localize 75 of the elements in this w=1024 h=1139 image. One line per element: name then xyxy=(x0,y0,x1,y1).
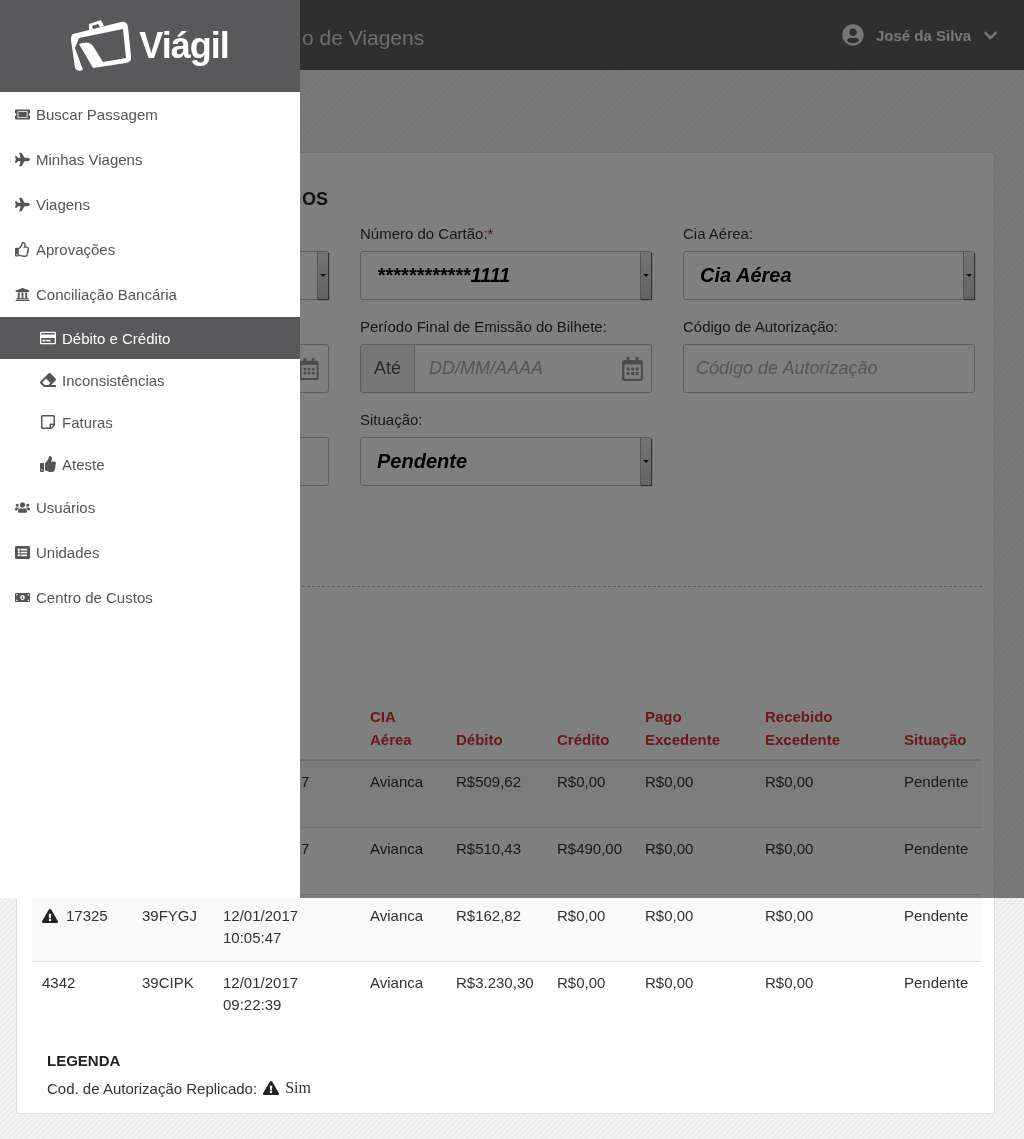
table-cell: R$0,00 xyxy=(765,840,814,857)
credit-card-icon xyxy=(40,330,56,346)
calendar-icon xyxy=(621,356,643,381)
ticket-icon xyxy=(15,107,30,122)
table-cell: R$0,00 xyxy=(765,773,814,790)
caret-icon xyxy=(640,438,651,485)
table-cell: R$162,82 xyxy=(456,907,522,924)
section-heading: OS xyxy=(302,189,328,211)
column-header: Pago Excedente xyxy=(645,708,721,748)
table-cell: Avianca xyxy=(370,773,424,790)
thumbs-up-icon xyxy=(40,456,56,472)
column-header: CIA Aérea xyxy=(370,708,412,748)
table-cell: R$0,00 xyxy=(645,840,694,857)
table-cell: Pendente xyxy=(904,974,969,991)
field-label: Situação: xyxy=(360,411,424,429)
caret-icon xyxy=(640,252,651,299)
users-icon xyxy=(15,500,30,515)
legend-title: LEGENDA xyxy=(47,1052,122,1069)
table-cell: R$3.230,30 xyxy=(456,974,534,991)
field-label: Código de Autorização: xyxy=(683,318,840,336)
user-icon xyxy=(841,24,864,46)
page-title: o de Viagens xyxy=(302,26,426,50)
table-cell: 7 xyxy=(301,840,310,857)
table-cell: 39CIPK xyxy=(142,974,194,991)
submenu-item[interactable]: Débito e Crédito xyxy=(0,317,300,359)
table-cell: R$0,00 xyxy=(645,974,694,991)
money-icon xyxy=(15,590,30,605)
suitcase-icon xyxy=(71,20,134,72)
table-cell: 39FYGJ xyxy=(142,907,198,924)
column-header: Débito xyxy=(456,731,503,748)
dropdown[interactable]: ************1111 xyxy=(360,251,652,300)
table-cell: R$0,00 xyxy=(645,773,694,790)
column-header: Situação xyxy=(904,731,967,748)
table-cell: 7 xyxy=(301,773,310,790)
list-icon xyxy=(15,545,30,560)
dropdown[interactable]: Cia Aérea xyxy=(683,251,975,300)
table-cell: R$510,43 xyxy=(456,840,522,857)
table-cell: Avianca xyxy=(370,840,424,857)
legend-label: Cod. de Autorização Replicado: xyxy=(47,1079,258,1097)
caret-icon xyxy=(963,252,974,299)
field-label: Número do Cartão:* xyxy=(360,225,495,243)
plane-icon xyxy=(15,197,30,212)
field-label: Período Final de Emissão do Bilhete: xyxy=(360,318,608,336)
table-cell: 12/01/2017 09:22:39 xyxy=(223,974,299,1013)
note-icon xyxy=(40,414,56,430)
table-cell: R$0,00 xyxy=(765,907,814,924)
calendar-icon xyxy=(298,357,320,380)
table-cell: Pendente xyxy=(904,773,969,790)
legend-value: Sim xyxy=(285,1079,311,1097)
thumbs-up-icon xyxy=(15,242,30,257)
plane-icon xyxy=(15,152,30,167)
table-cell: Avianca xyxy=(370,907,424,924)
column-header: Recebido Excedente xyxy=(765,708,841,748)
table-cell: R$0,00 xyxy=(557,974,606,991)
table-cell: 12/01/2017 10:05:47 xyxy=(223,907,299,946)
table-cell: R$0,00 xyxy=(765,974,814,991)
table-cell-text: 17325 xyxy=(66,906,108,926)
dropdown[interactable]: Pendente xyxy=(360,437,652,486)
column-header: Crédito xyxy=(557,731,610,748)
table-cell: R$0,00 xyxy=(557,773,606,790)
table-cell: R$490,00 xyxy=(557,840,623,857)
table-cell: R$0,00 xyxy=(557,907,606,924)
table-cell: Avianca xyxy=(370,974,424,991)
table-cell: R$0,00 xyxy=(645,907,694,924)
warning-icon xyxy=(263,1080,280,1096)
logo-text: Viágil xyxy=(139,25,229,67)
table-cell: Pendente xyxy=(904,840,969,857)
field-label: Cia Aérea: xyxy=(683,225,755,243)
table-cell-text: 4342 xyxy=(42,973,76,993)
table-cell: R$509,62 xyxy=(456,773,522,790)
eraser-icon xyxy=(40,372,56,388)
bank-icon xyxy=(15,287,30,302)
caret-icon xyxy=(317,252,328,299)
table-cell: Pendente xyxy=(904,907,969,924)
field-prefix: Até xyxy=(360,344,415,393)
